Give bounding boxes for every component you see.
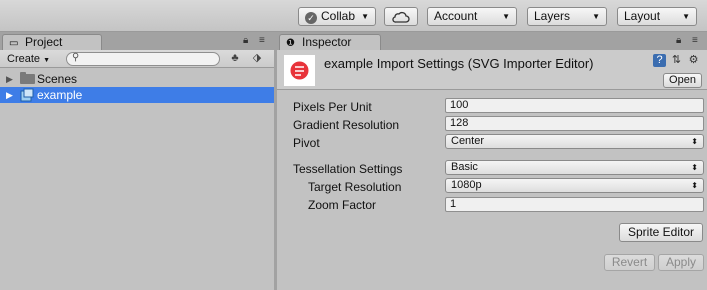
list-item-label: Scenes (37, 72, 78, 86)
info-icon: ❶ (286, 38, 295, 49)
layout-dropdown[interactable]: Layout ▼ (617, 7, 697, 26)
project-tabstrip: ▭ Project 🔒︎ ≡ (0, 33, 274, 51)
inspector-title: example Import Settings (SVG Importer Ed… (324, 56, 594, 71)
zoom-factor-label: Zoom Factor (308, 198, 377, 212)
list-item-scenes[interactable]: ▶ Scenes (0, 71, 274, 87)
panel-menu-icon[interactable]: ≡ (692, 35, 698, 46)
main-toolbar: ✓ Collab ▼ Account ▼ Layers ▼ Layout ▼ (0, 0, 707, 32)
target-resolution-value: 1080p (451, 179, 482, 191)
pivot-label: Pivot (293, 136, 320, 150)
chevron-down-icon: ▼ (361, 12, 369, 21)
layout-label: Layout (624, 9, 661, 23)
collab-button[interactable]: ✓ Collab ▼ (298, 7, 376, 26)
tab-project-label: Project (25, 35, 63, 49)
preset-icon[interactable]: ⇅ (670, 54, 683, 67)
tab-inspector-label: Inspector (302, 35, 352, 49)
create-label: Create (7, 53, 41, 65)
filter-by-type-icon[interactable]: ♣ (227, 51, 243, 66)
target-resolution-label: Target Resolution (308, 180, 402, 194)
project-toolbar: Create ▼ ⚲ ♣ ⬗ (0, 50, 274, 68)
folder-tab-icon: ▭ (9, 38, 19, 49)
tab-inspector[interactable]: ❶ Inspector (279, 34, 381, 51)
sprite-editor-button[interactable]: Sprite Editor (619, 223, 703, 242)
chevron-down-icon: ▼ (592, 12, 600, 21)
collab-check-icon: ✓ (305, 12, 317, 24)
project-panel: ▭ Project 🔒︎ ≡ Create ▼ ⚲ ♣ ⬗ ▶ Scenes ▶… (0, 33, 274, 290)
account-label: Account (434, 9, 478, 23)
tessellation-settings-label: Tessellation Settings (293, 162, 403, 176)
chevron-down-icon: ▼ (682, 12, 690, 21)
list-item-example[interactable]: ▶ example (0, 87, 274, 103)
gradient-resolution-label: Gradient Resolution (293, 118, 400, 132)
collab-label: Collab (321, 9, 356, 23)
apply-button[interactable]: Apply (658, 254, 704, 271)
expand-arrow-icon[interactable]: ▶ (6, 71, 13, 87)
updown-arrows-icon: ⬍ (691, 181, 698, 190)
inspector-panel: ❶ Inspector 🔒︎ ≡ example Import Settings… (277, 33, 707, 290)
layers-label: Layers (534, 9, 571, 23)
updown-arrows-icon: ⬍ (691, 163, 698, 172)
expand-arrow-icon[interactable]: ▶ (6, 87, 13, 103)
asset-thumbnail (284, 55, 315, 86)
tessellation-settings-value: Basic (451, 161, 478, 173)
revert-button[interactable]: Revert (604, 254, 655, 271)
tessellation-settings-dropdown[interactable]: Basic ⬍ (445, 160, 704, 175)
folder-icon (20, 72, 35, 84)
svg-logo-icon (290, 61, 309, 80)
filter-by-label-icon[interactable]: ⬗ (249, 51, 265, 66)
panel-menu-icon[interactable]: ≡ (259, 35, 265, 46)
zoom-factor-field[interactable]: 1 (445, 197, 704, 212)
create-button[interactable]: Create ▼ (4, 52, 53, 66)
pivot-value: Center (451, 135, 485, 147)
pixels-per-unit-field[interactable]: 100 (445, 98, 704, 113)
help-icon[interactable]: ? (653, 54, 666, 67)
chevron-down-icon: ▼ (502, 12, 510, 21)
lock-icon[interactable]: 🔒︎ (243, 35, 248, 46)
target-resolution-dropdown[interactable]: 1080p ⬍ (445, 178, 704, 193)
gradient-resolution-field[interactable]: 128 (445, 116, 704, 131)
search-icon: ⚲ (72, 52, 80, 63)
lock-icon[interactable]: 🔒︎ (676, 35, 681, 46)
pixels-per-unit-label: Pixels Per Unit (293, 100, 372, 114)
gear-icon[interactable]: ⚙ (687, 54, 700, 67)
search-input[interactable]: ⚲ (66, 52, 220, 66)
cloud-icon (392, 11, 410, 23)
cloud-button[interactable] (384, 7, 418, 26)
svg-asset-icon (20, 88, 34, 102)
account-button[interactable]: Account ▼ (427, 7, 517, 26)
tab-project[interactable]: ▭ Project (2, 34, 102, 51)
layers-dropdown[interactable]: Layers ▼ (527, 7, 607, 26)
list-item-label: example (37, 88, 83, 102)
inspector-tabstrip: ❶ Inspector 🔒︎ ≡ (277, 33, 707, 51)
inspector-header: example Import Settings (SVG Importer Ed… (277, 50, 707, 90)
open-button[interactable]: Open (663, 73, 702, 88)
pivot-dropdown[interactable]: Center ⬍ (445, 134, 704, 149)
updown-arrows-icon: ⬍ (691, 137, 698, 146)
chevron-down-icon: ▼ (43, 57, 51, 64)
project-tree: ▶ Scenes ▶ example (0, 69, 274, 290)
